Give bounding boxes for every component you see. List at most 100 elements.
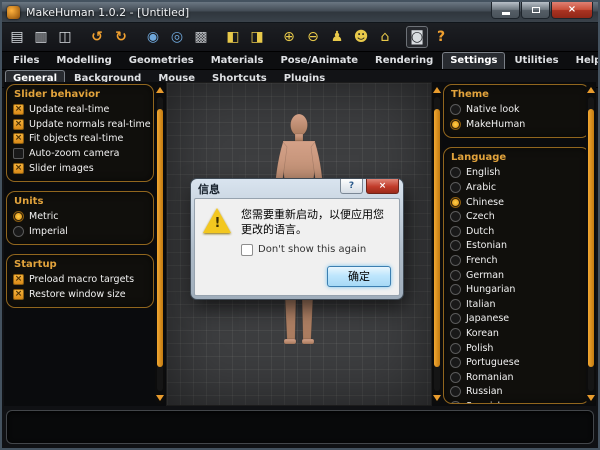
minimize-button[interactable] [491, 2, 520, 19]
radio[interactable] [450, 226, 461, 237]
tab-pose-animate[interactable]: Pose/Animate [272, 52, 366, 69]
scroll-thumb[interactable] [588, 109, 594, 368]
radio[interactable] [450, 313, 461, 324]
tab-geometries[interactable]: Geometries [121, 52, 202, 69]
tab-utilities[interactable]: Utilities [506, 52, 566, 69]
new-file-icon[interactable]: ▤ [6, 26, 28, 48]
dialog-help-button[interactable]: ? [340, 179, 363, 194]
radio[interactable] [450, 299, 461, 310]
checkbox-row-preload-targets[interactable]: Preload macro targets [13, 273, 147, 287]
tab-help[interactable]: Help [568, 52, 600, 69]
maximize-button[interactable] [521, 2, 550, 19]
titlebar[interactable]: MakeHuman 1.0.2 - [Untitled] × [2, 2, 598, 23]
checkbox[interactable] [13, 289, 24, 300]
help-icon[interactable]: ? [430, 26, 452, 48]
face-view-icon[interactable]: ☻ [350, 26, 372, 48]
language-option[interactable]: Arabic [450, 181, 583, 195]
checkbox[interactable] [13, 148, 24, 159]
checkbox[interactable] [13, 104, 24, 115]
checkbox[interactable] [13, 163, 24, 174]
zoom-out-icon[interactable]: ⊖ [302, 26, 324, 48]
radio[interactable] [450, 328, 461, 339]
scroll-thumb[interactable] [157, 109, 163, 368]
tab-modelling[interactable]: Modelling [48, 52, 119, 69]
language-option[interactable]: English [450, 166, 583, 180]
tab-files[interactable]: Files [5, 52, 47, 69]
language-option[interactable]: Czech [450, 210, 583, 224]
tab-materials[interactable]: Materials [203, 52, 272, 69]
language-option[interactable]: Dutch [450, 225, 583, 239]
scroll-up-icon[interactable] [156, 87, 164, 93]
material-globe-icon[interactable]: ◎ [166, 26, 188, 48]
checkbox-row-update-realtime[interactable]: Update real-time [13, 103, 147, 117]
globe-icon[interactable]: ◉ [142, 26, 164, 48]
radio[interactable] [450, 284, 461, 295]
language-option[interactable]: Korean [450, 327, 583, 341]
close-button[interactable]: × [551, 2, 593, 19]
radio[interactable] [450, 255, 461, 266]
dont-show-again-row[interactable]: Don't show this again [241, 244, 391, 256]
scroll-down-icon[interactable] [587, 395, 595, 401]
checkbox[interactable] [13, 274, 24, 285]
radio[interactable] [450, 167, 461, 178]
symmetry-right-icon[interactable]: ◨ [246, 26, 268, 48]
scroll-down-icon[interactable] [156, 395, 164, 401]
radio-row-imperial[interactable]: Imperial [13, 225, 147, 239]
language-option[interactable]: Chinese [450, 195, 583, 209]
symmetry-left-icon[interactable]: ◧ [222, 26, 244, 48]
radio[interactable] [13, 226, 24, 237]
scroll-track[interactable] [434, 97, 440, 391]
theme-option-makehuman[interactable]: MakeHuman [450, 118, 583, 132]
radio[interactable] [450, 197, 461, 208]
left-panel-scrollbar[interactable] [155, 84, 165, 404]
language-option[interactable]: Estonian [450, 239, 583, 253]
radio[interactable] [450, 119, 461, 130]
grid-toggle-icon[interactable]: ▩ [190, 26, 212, 48]
radio[interactable] [450, 182, 461, 193]
scroll-down-icon[interactable] [433, 395, 441, 401]
right-panel-scrollbar[interactable] [586, 84, 596, 404]
language-option[interactable]: German [450, 268, 583, 282]
language-option[interactable]: Portuguese [450, 356, 583, 370]
language-option[interactable]: French [450, 254, 583, 268]
checkbox-row-slider-images[interactable]: Slider images [13, 161, 147, 175]
checkbox[interactable] [13, 133, 24, 144]
scroll-track[interactable] [588, 97, 594, 391]
load-file-icon[interactable]: ▥ [30, 26, 52, 48]
scroll-thumb[interactable] [434, 109, 440, 368]
checkbox-row-auto-zoom[interactable]: Auto-zoom camera [13, 147, 147, 161]
redo-icon[interactable]: ↻ [110, 26, 132, 48]
tab-settings[interactable]: Settings [442, 52, 505, 69]
right-panel-inner-scrollbar[interactable] [432, 84, 442, 404]
radio-row-metric[interactable]: Metric [13, 210, 147, 224]
log-console[interactable] [6, 410, 594, 444]
checkbox-row-restore-window[interactable]: Restore window size [13, 288, 147, 302]
scroll-up-icon[interactable] [587, 87, 595, 93]
language-option[interactable]: Romanian [450, 371, 583, 385]
dialog-close-button[interactable]: × [366, 179, 399, 194]
radio[interactable] [450, 401, 461, 404]
language-option[interactable]: Spanish [450, 400, 583, 404]
theme-option-native[interactable]: Native look [450, 103, 583, 117]
scroll-track[interactable] [157, 97, 163, 391]
reset-view-icon[interactable]: ⌂ [374, 26, 396, 48]
dont-show-again-checkbox[interactable] [241, 244, 253, 256]
zoom-in-icon[interactable]: ⊕ [278, 26, 300, 48]
tab-rendering[interactable]: Rendering [367, 52, 441, 69]
radio[interactable] [450, 343, 461, 354]
language-option[interactable]: Hungarian [450, 283, 583, 297]
language-option[interactable]: Italian [450, 298, 583, 312]
checkbox[interactable] [13, 119, 24, 130]
undo-icon[interactable]: ↺ [86, 26, 108, 48]
language-option[interactable]: Russian [450, 385, 583, 399]
language-option[interactable]: Polish [450, 341, 583, 355]
radio[interactable] [450, 270, 461, 281]
radio[interactable] [13, 211, 24, 222]
scroll-up-icon[interactable] [433, 87, 441, 93]
checkbox-row-update-normals[interactable]: Update normals real-time [13, 118, 147, 132]
radio[interactable] [450, 386, 461, 397]
radio[interactable] [450, 372, 461, 383]
checkbox-row-fit-objects[interactable]: Fit objects real-time [13, 132, 147, 146]
radio[interactable] [450, 104, 461, 115]
language-option[interactable]: Japanese [450, 312, 583, 326]
